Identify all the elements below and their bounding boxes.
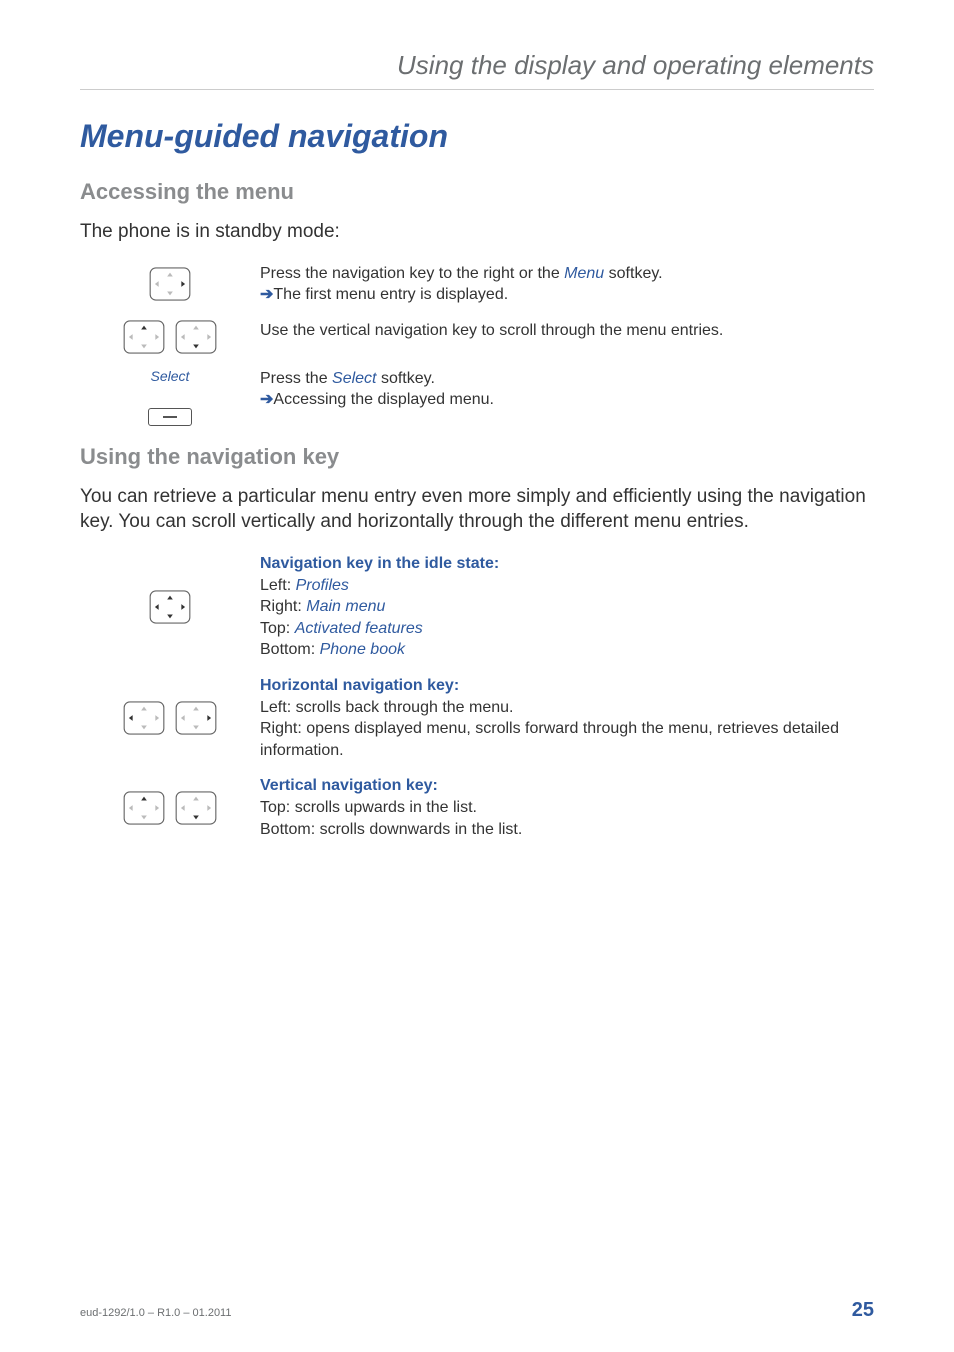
- nav-idle-l0-link: Profiles: [296, 577, 349, 594]
- softkey-button-icon: [148, 408, 192, 426]
- instr-1-arrowline: The first menu entry is displayed.: [273, 286, 508, 303]
- nav-idle-l3-pre: Bottom:: [260, 641, 320, 658]
- nav-vert-l0: Top: scrolls upwards in the list.: [260, 799, 477, 816]
- arrow-icon-2: ➔: [260, 391, 273, 408]
- intro-accessing: The phone is in standby mode:: [80, 219, 874, 245]
- nav-idle-block: Navigation key in the idle state: Left: …: [260, 553, 874, 661]
- page-footer: eud-1292/1.0 – R1.0 – 01.2011 25: [80, 1299, 874, 1322]
- nav-idle-l3-link: Phone book: [320, 641, 405, 658]
- navkey-vertical-icons-2: [80, 775, 260, 840]
- select-softkey-group: Select: [80, 368, 260, 426]
- page-number: 25: [852, 1299, 874, 1322]
- nav-horiz-l0: Left: scrolls back through the menu.: [260, 699, 513, 716]
- sub-heading-accessing: Accessing the menu: [80, 179, 874, 205]
- nav-idle-l2-pre: Top:: [260, 620, 295, 637]
- instr-3-link: Select: [332, 370, 376, 387]
- navkey-horizontal-icons: [80, 675, 260, 761]
- intro-using: You can retrieve a particular menu entry…: [80, 484, 874, 535]
- page-container: Using the display and operating elements…: [0, 0, 954, 1352]
- instr-row-2: Use the vertical navigation key to scrol…: [260, 320, 874, 354]
- section-accessing-menu: Accessing the menu The phone is in stand…: [80, 179, 874, 426]
- instr-row-3: Press the Select softkey. ➔Accessing the…: [260, 368, 874, 426]
- navkey-vertical-icons: [80, 320, 260, 354]
- nav-horiz-block: Horizontal navigation key: Left: scrolls…: [260, 675, 874, 761]
- nav-vert-l1: Bottom: scrolls downwards in the list.: [260, 821, 522, 838]
- nav-idle-l1-pre: Right:: [260, 598, 306, 615]
- instr-1-pre: Press the navigation key to the right or…: [260, 265, 564, 282]
- nav-horiz-l1: Right: opens displayed menu, scrolls for…: [260, 720, 839, 759]
- instruction-table-2: Navigation key in the idle state: Left: …: [80, 553, 874, 840]
- nav-idle-l0-pre: Left:: [260, 577, 296, 594]
- main-heading: Menu-guided navigation: [80, 118, 874, 155]
- arrow-icon: ➔: [260, 286, 273, 303]
- navkey-idle-icon: [80, 553, 260, 661]
- instruction-table-1: Press the navigation key to the right or…: [80, 263, 874, 426]
- instr-1-link: Menu: [564, 265, 604, 282]
- running-header: Using the display and operating elements: [80, 50, 874, 90]
- nav-vert-title: Vertical navigation key:: [260, 777, 438, 794]
- instr-3-pre: Press the: [260, 370, 332, 387]
- doc-id: eud-1292/1.0 – R1.0 – 01.2011: [80, 1307, 231, 1319]
- nav-idle-l2-link: Activated features: [295, 620, 423, 637]
- instr-row-1: Press the navigation key to the right or…: [260, 263, 874, 306]
- nav-idle-l1-link: Main menu: [306, 598, 385, 615]
- instr-3-arrowline: Accessing the displayed menu.: [273, 391, 494, 408]
- instr-3-post: softkey.: [377, 370, 435, 387]
- navkey-right-icon: [80, 263, 260, 306]
- nav-horiz-title: Horizontal navigation key:: [260, 677, 459, 694]
- sub-heading-using: Using the navigation key: [80, 444, 874, 470]
- nav-idle-title: Navigation key in the idle state:: [260, 555, 499, 572]
- select-softkey-label: Select: [151, 368, 190, 384]
- instr-1-post: softkey.: [604, 265, 662, 282]
- section-using-nav-key: Using the navigation key You can retriev…: [80, 444, 874, 840]
- nav-vert-block: Vertical navigation key: Top: scrolls up…: [260, 775, 874, 840]
